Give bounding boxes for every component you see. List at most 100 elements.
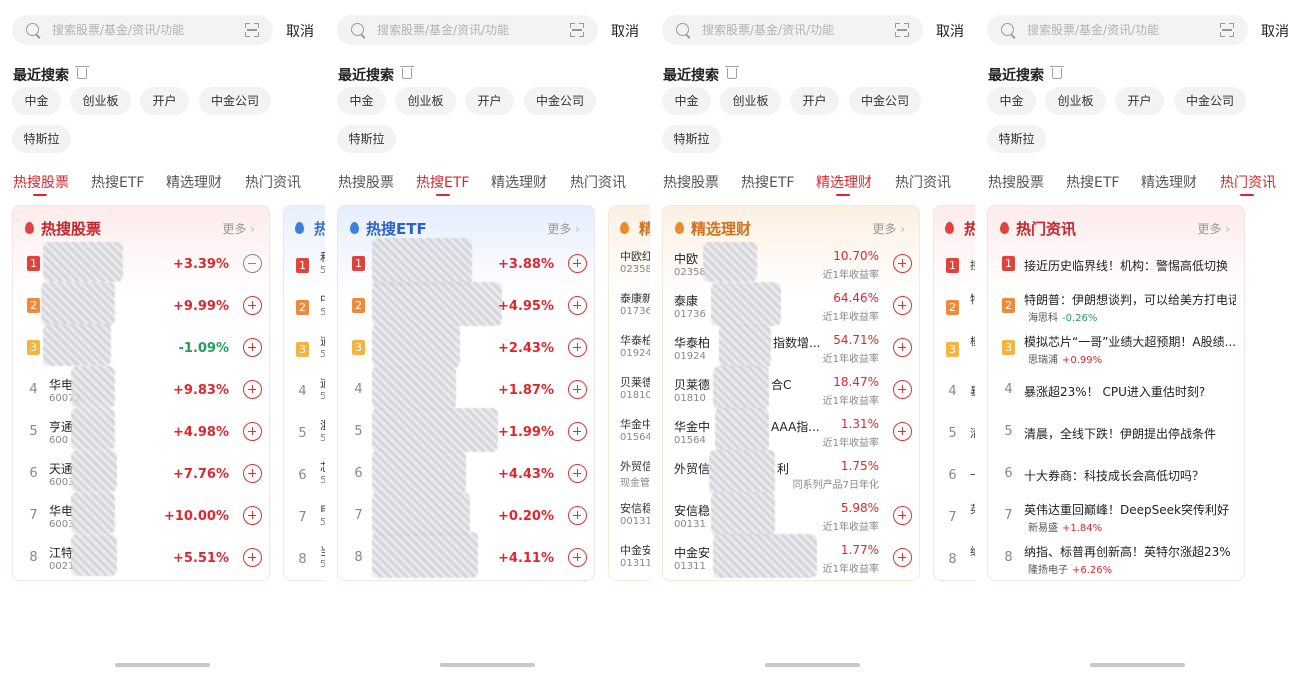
search-input[interactable] [702, 15, 882, 45]
wealth-row[interactable]: 泰康 01736 64.46% 近1年收益率 [663, 282, 919, 328]
wealth-row[interactable]: 贝莱德 合C 01810 18.47% 近1年收益率 [663, 366, 919, 412]
etf-row[interactable]: 8 +4.11% [338, 532, 594, 580]
add-watchlist-button[interactable] [568, 548, 587, 567]
recent-chip[interactable]: 开户 [140, 87, 189, 115]
trash-icon[interactable] [725, 66, 739, 79]
stock-row[interactable]: 2 +9.99% [13, 282, 269, 328]
scan-icon[interactable] [245, 23, 259, 37]
wealth-row[interactable]: 华金中 AAA指... 01564 1.31% 近1年收益率 [663, 408, 919, 454]
add-watchlist-button[interactable] [893, 422, 912, 441]
recent-chip[interactable]: 特斯拉 [12, 125, 71, 153]
more-link[interactable]: 更多 [222, 220, 255, 237]
add-watchlist-button[interactable] [243, 464, 262, 483]
etf-row[interactable]: 1 +3.88% [338, 238, 594, 286]
trash-icon[interactable] [1050, 66, 1064, 79]
add-watchlist-button[interactable] [243, 506, 262, 525]
stock-row[interactable]: 7 华电 6003 +10.00% [13, 492, 269, 538]
etf-row[interactable]: 4 +1.87% [338, 366, 594, 412]
wealth-row[interactable]: 中欧 02358 10.70% 近1年收益率 [663, 242, 919, 286]
recent-chip[interactable]: 特斯拉 [987, 125, 1046, 153]
recent-chip[interactable]: 开户 [1115, 87, 1164, 115]
tab-hot-stocks[interactable]: 热搜股票 [13, 172, 69, 192]
related-stock[interactable]: 思瑞浦 +0.99% [1028, 351, 1102, 366]
stock-row[interactable]: 3 -1.09% [13, 324, 269, 370]
recent-chip[interactable]: 中金 [12, 87, 61, 115]
stock-row[interactable]: 4 华电 60072 +9.83% [13, 366, 269, 412]
stock-row[interactable]: 6 天通 6003 +7.76% [13, 450, 269, 496]
wealth-row[interactable]: 华泰柏 指数增... 01924 54.71% 近1年收益率 [663, 324, 919, 370]
more-link[interactable]: 更多 [872, 220, 905, 237]
home-indicator[interactable] [440, 663, 535, 667]
etf-row[interactable]: 6 +4.43% [338, 450, 594, 496]
add-watchlist-button[interactable] [243, 296, 262, 315]
search-input[interactable] [52, 15, 232, 45]
recent-chip[interactable]: 创业板 [395, 87, 456, 115]
tab-hot-stocks[interactable]: 热搜股票 [663, 172, 719, 192]
recent-chip[interactable]: 中金公司 [524, 87, 596, 115]
recent-chip[interactable]: 中金 [662, 87, 711, 115]
tab-news[interactable]: 热门资讯 [895, 172, 951, 192]
wealth-row[interactable]: 中金安 01311 1.77% 近1年收益率 [663, 534, 919, 580]
tab-wealth[interactable]: 精选理财 [491, 172, 547, 192]
add-watchlist-button[interactable] [568, 338, 587, 357]
add-watchlist-button[interactable] [243, 380, 262, 399]
search-bar[interactable] [987, 15, 1248, 45]
cancel-button[interactable]: 取消 [286, 21, 314, 41]
add-watchlist-button[interactable] [893, 338, 912, 357]
etf-row[interactable]: 5 +1.99% [338, 408, 594, 454]
news-row[interactable]: 8 纳指、标普再创新高！英特尔涨超23% 隆扬电子 +6.26% [988, 538, 1244, 580]
recent-chip[interactable]: 中金 [987, 87, 1036, 115]
cancel-button[interactable]: 取消 [936, 21, 964, 41]
recent-chip[interactable]: 创业板 [1045, 87, 1106, 115]
recent-chip[interactable]: 中金公司 [199, 87, 271, 115]
scan-icon[interactable] [1220, 23, 1234, 37]
recent-chip[interactable]: 开户 [790, 87, 839, 115]
search-bar[interactable] [337, 15, 598, 45]
add-watchlist-button[interactable] [243, 422, 262, 441]
news-row[interactable]: 7 英伟达重回巅峰！DeepSeek突传利好 新易盛 +1.84% [988, 496, 1244, 538]
tab-hot-etf[interactable]: 热搜ETF [416, 172, 469, 192]
add-watchlist-button[interactable] [893, 380, 912, 399]
stock-row[interactable]: 8 江特 0021 +5.51% [13, 534, 269, 580]
add-watchlist-button[interactable] [568, 254, 587, 273]
next-card-peek[interactable]: 热 1 和 5 2 中 5 3 道 5 4 道 5 5 浙 5 6 芯 5 7 … [283, 205, 325, 581]
search-bar[interactable] [662, 15, 923, 45]
tab-hot-etf[interactable]: 热搜ETF [741, 172, 794, 192]
recent-chip[interactable]: 中金公司 [849, 87, 921, 115]
next-card-peek[interactable]: 热 1 接 2 特 3 模 4 暴 5 清 6 十 7 英 8 纳 [933, 205, 975, 581]
tab-news[interactable]: 热门资讯 [1220, 172, 1276, 192]
add-watchlist-button[interactable] [243, 338, 262, 357]
recent-chip[interactable]: 创业板 [70, 87, 131, 115]
add-watchlist-button[interactable] [568, 380, 587, 399]
tab-wealth[interactable]: 精选理财 [1141, 172, 1197, 192]
recent-chip[interactable]: 特斯拉 [662, 125, 721, 153]
add-watchlist-button[interactable] [568, 296, 587, 315]
remove-watchlist-button[interactable] [243, 254, 262, 273]
add-watchlist-button[interactable] [243, 548, 262, 567]
tab-news[interactable]: 热门资讯 [570, 172, 626, 192]
tab-wealth[interactable]: 精选理财 [166, 172, 222, 192]
add-watchlist-button[interactable] [893, 548, 912, 567]
news-row[interactable]: 5 清晨，全线下跌！伊朗提出停战条件 [988, 412, 1244, 454]
tab-hot-stocks[interactable]: 热搜股票 [338, 172, 394, 192]
tab-hot-etf[interactable]: 热搜ETF [1066, 172, 1119, 192]
wealth-row[interactable]: 安信稳 00131 5.98% 近1年收益率 [663, 492, 919, 538]
recent-chip[interactable]: 特斯拉 [337, 125, 396, 153]
etf-row[interactable]: 3 +2.43% [338, 324, 594, 370]
search-bar[interactable] [12, 15, 273, 45]
recent-chip[interactable]: 创业板 [720, 87, 781, 115]
news-row[interactable]: 4 暴涨超23%！ CPU进入重估时刻? [988, 370, 1244, 412]
trash-icon[interactable] [400, 66, 414, 79]
related-stock[interactable]: 新易盛 +1.84% [1028, 519, 1102, 534]
home-indicator[interactable] [115, 663, 210, 667]
stock-row[interactable]: 5 亨通 600 +4.98% [13, 408, 269, 454]
search-input[interactable] [377, 15, 557, 45]
stock-row[interactable]: 1 +3.39% [13, 242, 269, 286]
etf-row[interactable]: 2 +4.95% [338, 282, 594, 328]
news-row[interactable]: 3 模拟芯片“一哥”业绩大超预期！A股绩... 思瑞浦 +0.99% [988, 328, 1244, 370]
add-watchlist-button[interactable] [568, 422, 587, 441]
tab-wealth[interactable]: 精选理财 [816, 172, 872, 192]
tab-hot-stocks[interactable]: 热搜股票 [988, 172, 1044, 192]
recent-chip[interactable]: 中金 [337, 87, 386, 115]
add-watchlist-button[interactable] [893, 254, 912, 273]
